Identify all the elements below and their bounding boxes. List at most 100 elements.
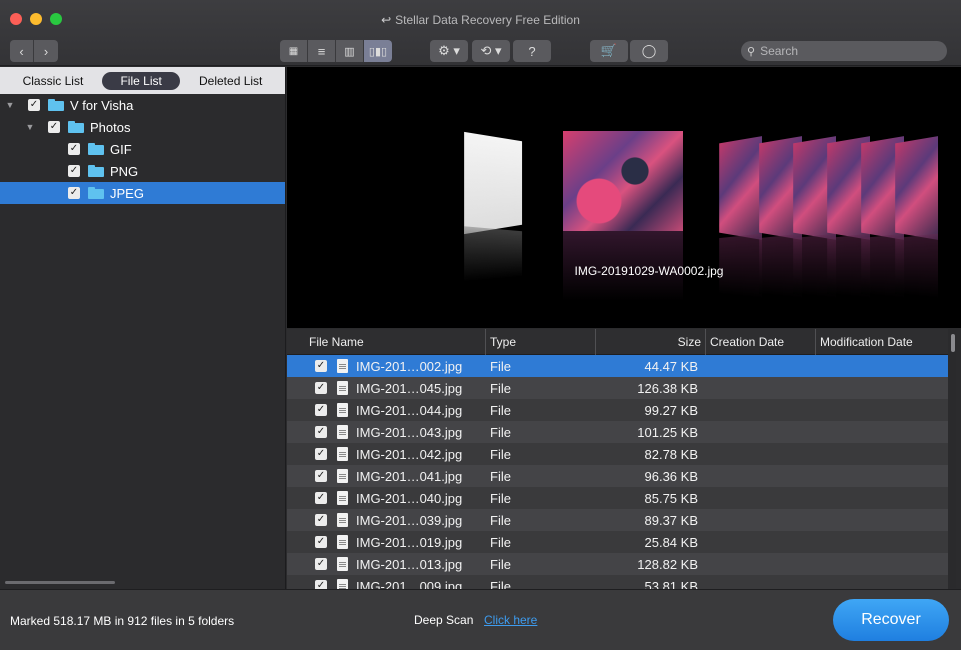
row-checkbox[interactable]: ✓ <box>315 404 327 416</box>
file-icon <box>337 513 348 527</box>
creation-date-cell <box>706 509 816 531</box>
vertical-scrollbar-thumb[interactable] <box>951 334 955 352</box>
file-type-cell: File <box>490 402 511 418</box>
coverflow-view-button[interactable]: ▯▮▯ <box>364 40 392 62</box>
file-type-cell: File <box>490 556 511 572</box>
tree-checkbox[interactable]: ✓ <box>68 143 80 155</box>
table-row[interactable]: ✓ IMG-201…041.jpg File 96.36 KB <box>287 465 948 487</box>
modification-date-cell <box>816 531 948 553</box>
file-name: IMG-201…040.jpg <box>356 490 463 506</box>
settings-button[interactable]: ⚙ ▾ <box>430 40 468 62</box>
tree-item-gif[interactable]: ✓ GIF <box>0 138 285 160</box>
deep-scan-label: Deep Scan <box>414 613 474 627</box>
table-row[interactable]: ✓ IMG-201…043.jpg File 101.25 KB <box>287 421 948 443</box>
row-checkbox[interactable]: ✓ <box>315 536 327 548</box>
row-checkbox[interactable]: ✓ <box>315 558 327 570</box>
creation-date-cell <box>706 465 816 487</box>
row-checkbox[interactable]: ✓ <box>315 360 327 372</box>
icon-view-button[interactable]: ▦ <box>280 40 308 62</box>
tree-checkbox[interactable]: ✓ <box>68 187 80 199</box>
file-icon <box>337 447 348 461</box>
column-header-size[interactable]: Size <box>596 329 706 355</box>
table-row[interactable]: ✓ IMG-201…019.jpg File 25.84 KB <box>287 531 948 553</box>
file-icon <box>337 469 348 483</box>
preview-image-selected[interactable] <box>563 131 683 231</box>
row-checkbox[interactable]: ✓ <box>315 470 327 482</box>
preview-thumbnail[interactable] <box>719 136 763 240</box>
tab-deleted-list[interactable]: Deleted List <box>181 72 280 90</box>
help-button[interactable]: ? <box>513 40 551 62</box>
title-bar: ↩ Stellar Data Recovery Free Edition ‹ › … <box>0 0 961 66</box>
table-row[interactable]: ✓ IMG-201…040.jpg File 85.75 KB <box>287 487 948 509</box>
tab-file-list[interactable]: File List <box>102 71 180 90</box>
row-checkbox[interactable]: ✓ <box>315 426 327 438</box>
folder-icon <box>68 121 84 133</box>
file-icon <box>337 403 348 417</box>
tree-item-v-for-visha[interactable]: ▼ ✓ V for Visha <box>0 94 285 116</box>
file-table: File Name Type Size Creation Date Modifi… <box>287 329 948 589</box>
row-checkbox[interactable]: ✓ <box>315 448 327 460</box>
modification-date-cell <box>816 377 948 399</box>
cart-button[interactable]: 🛒 <box>590 40 628 62</box>
table-row[interactable]: ✓ IMG-201…002.jpg File 44.47 KB <box>287 355 948 377</box>
table-row[interactable]: ✓ IMG-201…042.jpg File 82.78 KB <box>287 443 948 465</box>
row-checkbox[interactable]: ✓ <box>315 382 327 394</box>
search-input[interactable] <box>760 44 931 58</box>
file-name-cell: ✓ IMG-201…019.jpg <box>287 531 486 553</box>
file-type-cell: File <box>490 534 511 550</box>
folder-panel: Classic List File List Deleted List ▼ ✓ … <box>0 67 286 589</box>
grid-icon: ▦ <box>288 45 299 57</box>
status-text: Marked 518.17 MB in 912 files in 5 folde… <box>10 614 235 628</box>
table-row[interactable]: ✓ IMG-201…045.jpg File 126.38 KB <box>287 377 948 399</box>
table-row[interactable]: ✓ IMG-201…044.jpg File 99.27 KB <box>287 399 948 421</box>
recover-button[interactable]: Recover <box>833 599 949 641</box>
preview-thumbnail[interactable] <box>895 136 939 240</box>
horizontal-scrollbar[interactable] <box>5 581 115 584</box>
row-checkbox[interactable]: ✓ <box>315 580 327 589</box>
disclosure-triangle-icon[interactable]: ▼ <box>4 100 16 110</box>
tree-item-jpeg[interactable]: ✓ JPEG <box>0 182 285 204</box>
file-name: IMG-201…043.jpg <box>356 424 463 440</box>
tree-checkbox[interactable]: ✓ <box>28 99 40 111</box>
account-button[interactable]: ◯ <box>630 40 668 62</box>
gear-icon: ⚙ ▾ <box>438 43 460 58</box>
search-box: ⚲ <box>741 41 947 61</box>
nav-buttons: ‹ › <box>10 40 58 62</box>
tree-item-png[interactable]: ✓ PNG <box>0 160 285 182</box>
deep-scan-link[interactable]: Click here <box>484 613 537 627</box>
column-header-type[interactable]: Type <box>486 329 596 355</box>
file-icon <box>337 579 348 589</box>
column-header-file-name[interactable]: File Name <box>287 329 486 355</box>
scan-history-button[interactable]: ⟲ ▾ <box>472 40 510 62</box>
column-header-creation-date[interactable]: Creation Date <box>706 329 816 355</box>
table-row[interactable]: ✓ IMG-201…009.jpg File 53.81 KB <box>287 575 948 589</box>
file-size-cell: 89.37 KB <box>644 512 699 528</box>
file-size-cell: 99.27 KB <box>644 402 699 418</box>
list-view-button[interactable]: ≡ <box>308 40 336 62</box>
disclosure-triangle-icon[interactable]: ▼ <box>24 122 36 132</box>
file-name-cell: ✓ IMG-201…044.jpg <box>287 399 486 421</box>
tree-checkbox[interactable]: ✓ <box>68 165 80 177</box>
row-checkbox[interactable]: ✓ <box>315 492 327 504</box>
tree-checkbox[interactable]: ✓ <box>48 121 60 133</box>
preview-thumbnail-screenshot[interactable] <box>464 131 523 235</box>
file-size-cell: 82.78 KB <box>644 446 699 462</box>
back-button[interactable]: ‹ <box>10 40 34 62</box>
file-size-cell: 53.81 KB <box>644 578 699 590</box>
modification-date-cell <box>816 487 948 509</box>
table-row[interactable]: ✓ IMG-201…013.jpg File 128.82 KB <box>287 553 948 575</box>
column-view-button[interactable]: ▥ <box>336 40 364 62</box>
tree-item-label: GIF <box>110 141 132 157</box>
row-checkbox[interactable]: ✓ <box>315 514 327 526</box>
tree-item-label: Photos <box>90 119 131 135</box>
column-header-modification-date[interactable]: Modification Date <box>816 329 948 355</box>
file-type-cell: File <box>490 380 511 396</box>
chevron-left-icon: ‹ <box>19 43 24 59</box>
modification-date-cell <box>816 421 948 443</box>
file-name: IMG-201…019.jpg <box>356 534 463 550</box>
vertical-scrollbar-track[interactable] <box>950 330 956 588</box>
tree-item-photos[interactable]: ▼ ✓ Photos <box>0 116 285 138</box>
forward-button[interactable]: › <box>34 40 58 62</box>
table-row[interactable]: ✓ IMG-201…039.jpg File 89.37 KB <box>287 509 948 531</box>
tab-classic-list[interactable]: Classic List <box>5 72 102 90</box>
